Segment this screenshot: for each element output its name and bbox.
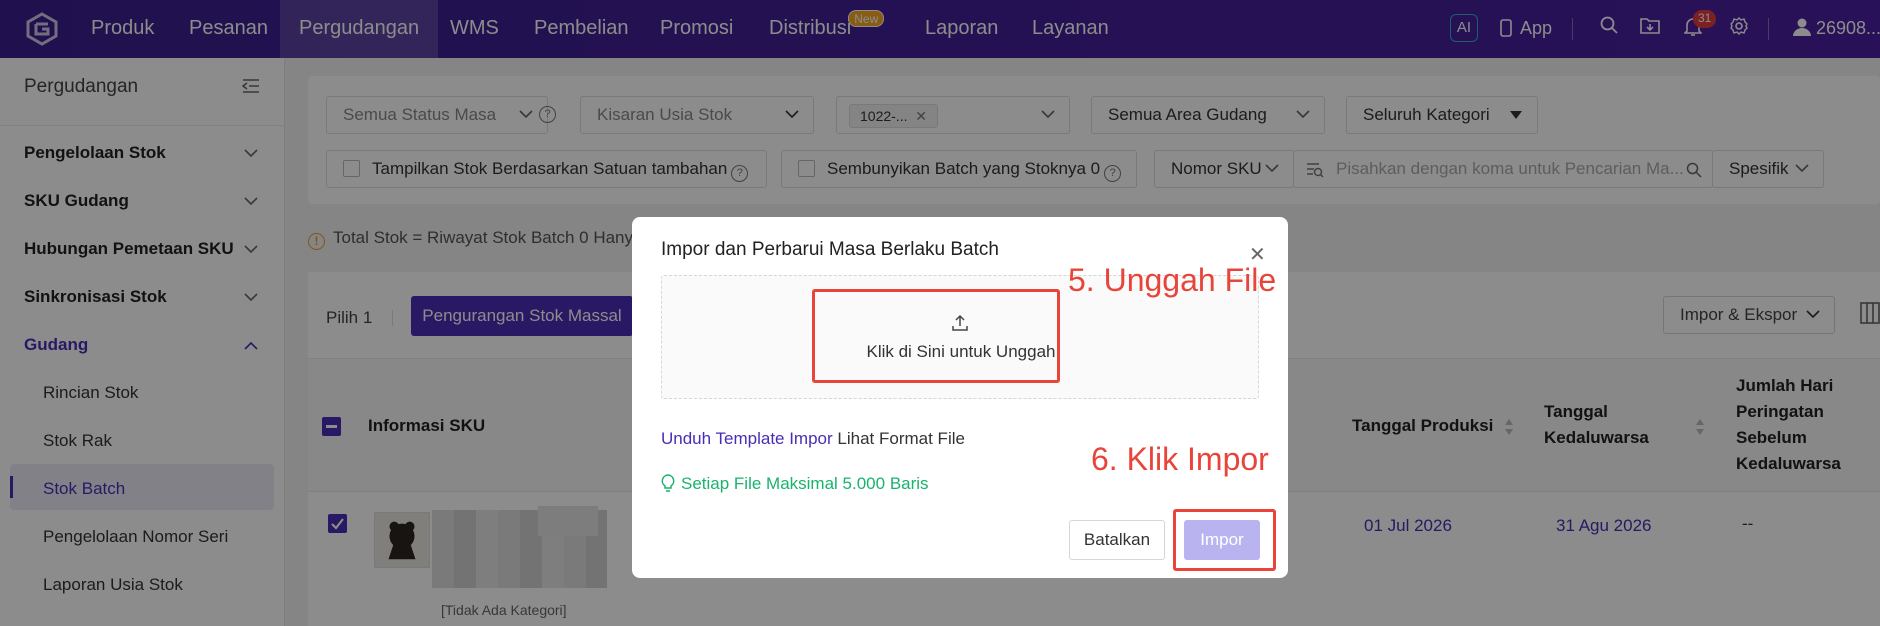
cancel-button[interactable]: Batalkan (1069, 520, 1165, 560)
annotation-step-6: 6. Klik Impor (1091, 441, 1269, 477)
download-template-link[interactable]: Unduh Template Impor (661, 429, 833, 448)
annotation-highlight-upload (812, 289, 1060, 383)
dialog-title: Impor dan Perbarui Masa Berlaku Batch (661, 239, 999, 260)
template-download-line: Unduh Template Impor Lihat Format File (661, 429, 965, 449)
max-rows-tip: Setiap File Maksimal 5.000 Baris (661, 474, 929, 494)
annotation-highlight-import (1173, 509, 1276, 571)
lightbulb-icon (661, 474, 675, 492)
view-file-format-link[interactable]: Lihat Format File (837, 429, 965, 448)
annotation-step-5: 5. Unggah File (1068, 262, 1277, 298)
max-rows-tip-text: Setiap File Maksimal 5.000 Baris (681, 474, 929, 493)
